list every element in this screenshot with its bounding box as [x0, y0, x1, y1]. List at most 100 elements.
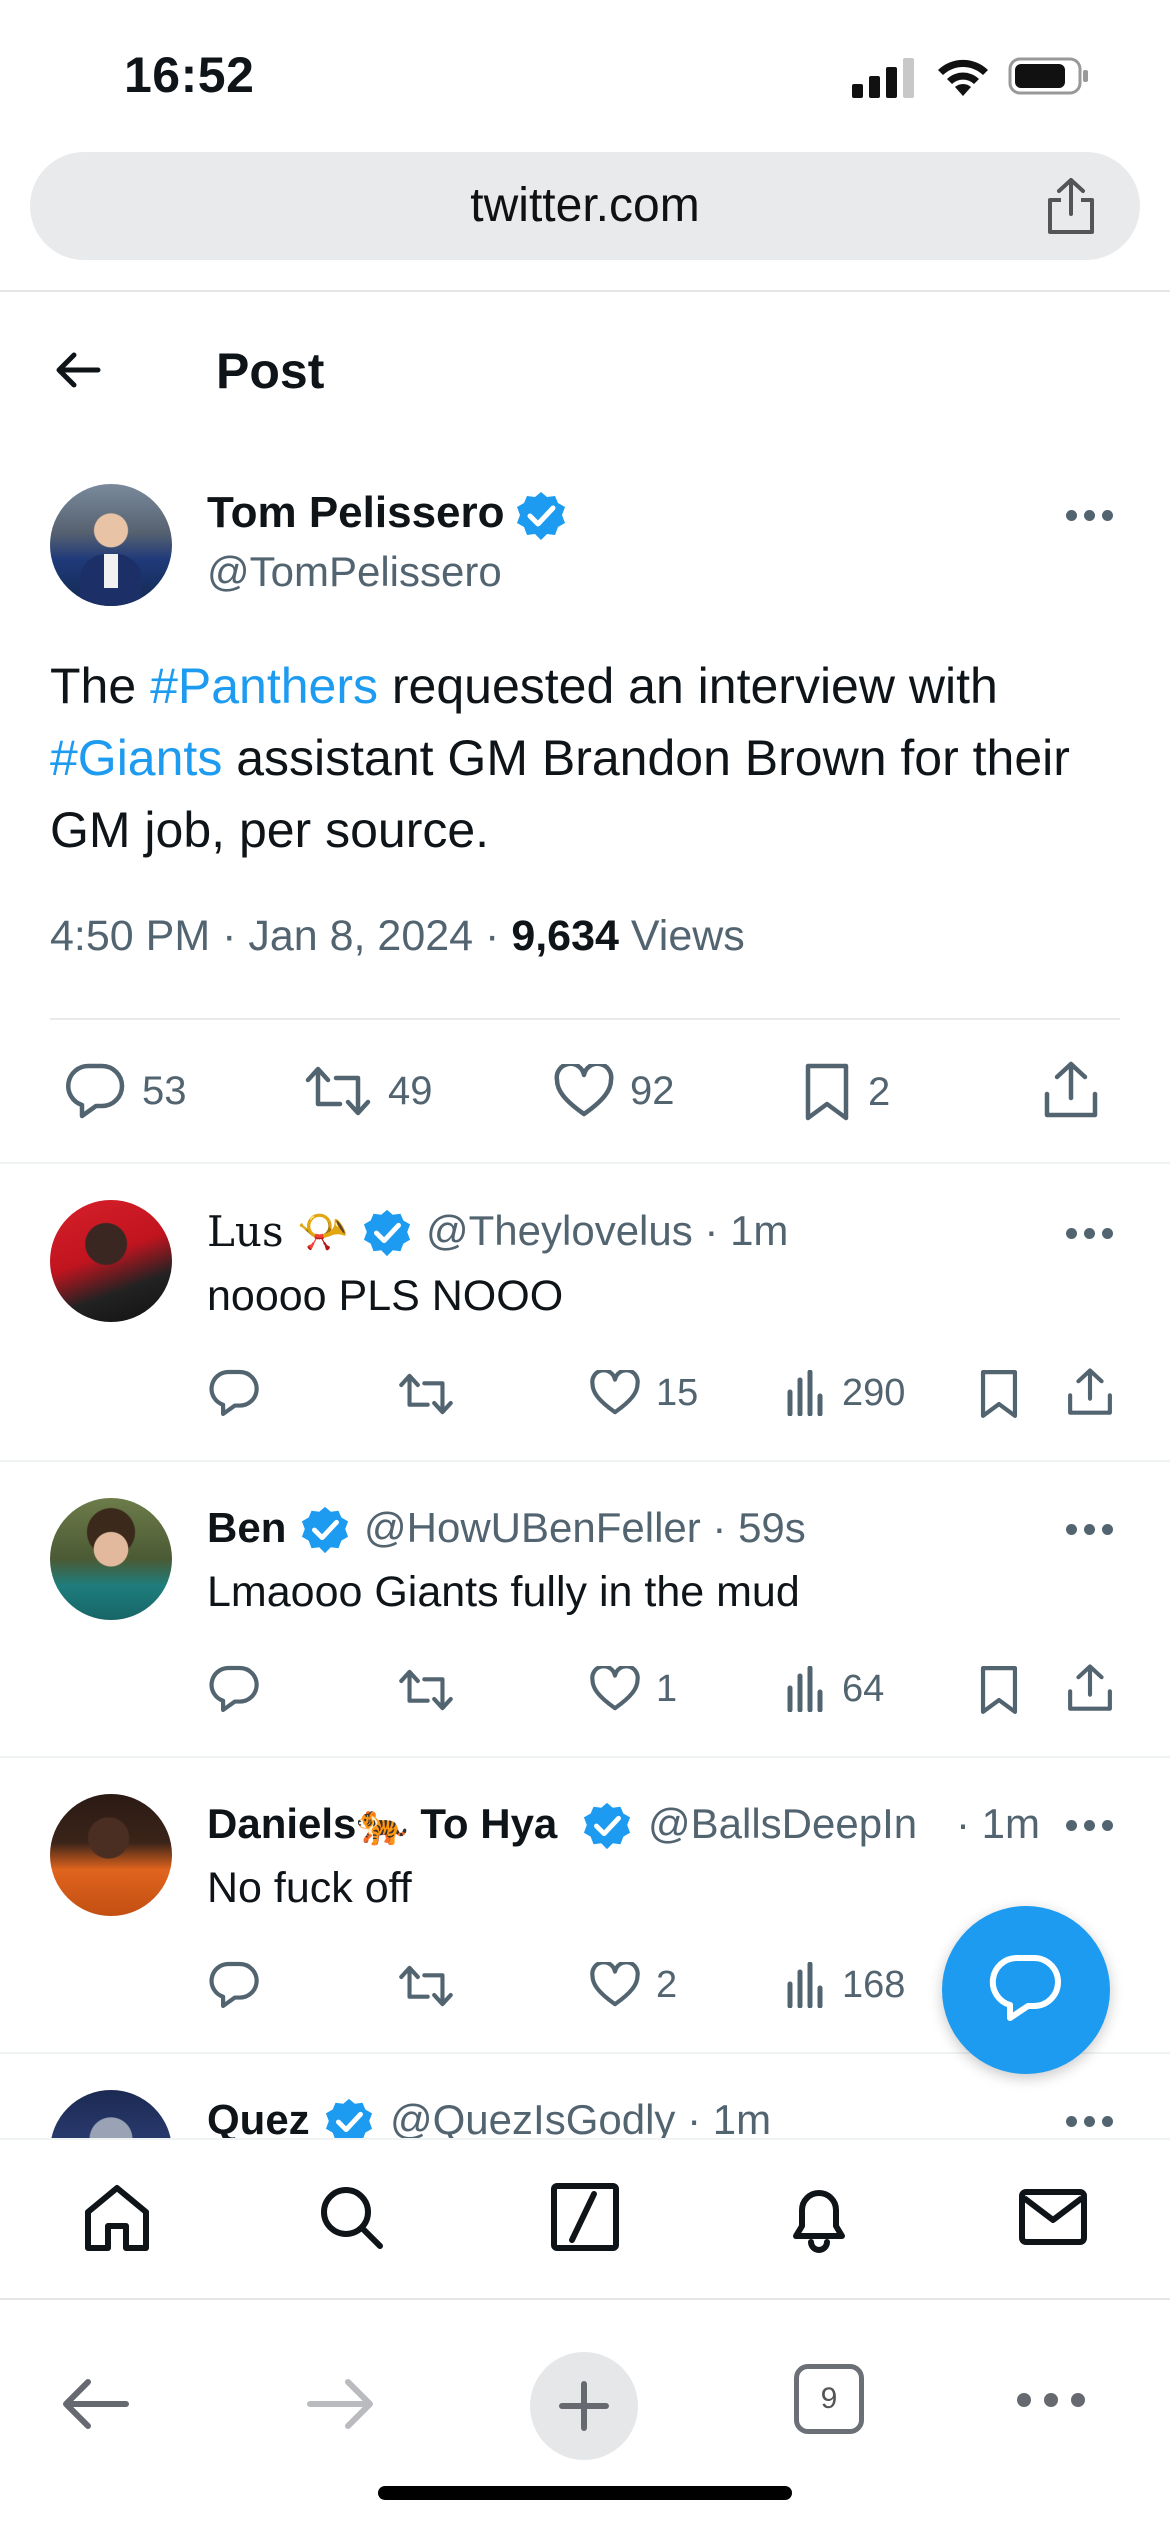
author-handle[interactable]: @TomPelissero	[207, 548, 502, 596]
reply-author-name-text: Lus	[207, 1207, 284, 1256]
compose-reply-button[interactable]	[942, 1906, 1110, 2074]
views-button[interactable]: 64	[786, 1666, 884, 1712]
hashtag-link[interactable]: #Giants	[50, 730, 222, 786]
wifi-icon	[938, 59, 988, 96]
address-bar[interactable]: twitter.com	[30, 152, 1140, 260]
more-options-icon[interactable]	[1066, 510, 1114, 524]
author-name[interactable]: Tom Pelissero	[207, 488, 505, 538]
reply-author-handle[interactable]: @HowUBenFeller · 59s	[364, 1504, 806, 1552]
views-count: 168	[842, 1963, 906, 2006]
mail-icon[interactable]	[1016, 2180, 1090, 2254]
like-count: 1	[656, 1667, 678, 1710]
page-title: Post	[216, 343, 325, 399]
bookmark-icon	[980, 1666, 1018, 1714]
reply-text: Lmaooo Giants fully in the mud	[207, 1568, 800, 1616]
reply-icon	[209, 1369, 259, 1417]
bookmark-count: 2	[868, 1069, 891, 1114]
repost-button[interactable]	[398, 1370, 454, 1418]
bookmark-button[interactable]: 2	[802, 1062, 890, 1122]
avatar[interactable]	[50, 484, 172, 606]
bookmark-icon	[980, 1370, 1018, 1418]
avatar[interactable]	[50, 1794, 172, 1916]
like-count: 2	[656, 1963, 678, 2006]
more-options-icon[interactable]	[1066, 1820, 1114, 1834]
bookmark-icon	[805, 1063, 849, 1121]
more-options-icon[interactable]	[1066, 2116, 1114, 2130]
reply-author-name[interactable]: Daniels🐅 To Hya	[207, 1800, 632, 1849]
like-count: 15	[656, 1371, 699, 1414]
plus-icon	[559, 2381, 609, 2431]
status-time: 16:52	[124, 47, 255, 103]
repost-icon	[399, 1373, 453, 1415]
verified-badge-icon	[517, 492, 565, 540]
home-icon[interactable]	[80, 2180, 154, 2254]
compose-icon[interactable]	[548, 2180, 622, 2254]
verified-badge-icon	[363, 1209, 411, 1257]
reply-author-handle[interactable]: @QuezIsGodly · 1m	[390, 2096, 771, 2138]
bookmark-button[interactable]	[978, 1368, 1020, 1420]
analytics-icon	[787, 1962, 823, 2008]
avatar[interactable]	[50, 1200, 172, 1322]
divider	[0, 1756, 1170, 1758]
more-options-icon[interactable]	[1066, 1524, 1114, 1538]
reply-author-name[interactable]: Quez	[207, 2096, 310, 2138]
share-button[interactable]	[1042, 1060, 1100, 1120]
reply-count: 53	[142, 1068, 187, 1113]
like-button[interactable]: 92	[554, 1064, 675, 1118]
avatar[interactable]	[50, 1498, 172, 1620]
tweet-text: The #Panthers requested an interview wit…	[50, 650, 1110, 866]
share-button[interactable]	[1066, 1662, 1114, 1714]
reply-text: No fuck off	[207, 1864, 412, 1912]
share-button[interactable]	[1066, 1366, 1114, 1418]
reply-icon	[209, 1665, 259, 1713]
reply-button[interactable]	[208, 1960, 260, 2010]
like-button[interactable]: 2	[590, 1962, 677, 2008]
share-icon	[1068, 1664, 1112, 1711]
views-button[interactable]: 168	[786, 1962, 905, 2008]
home-indicator	[378, 2486, 792, 2500]
reply-button[interactable]	[208, 1368, 260, 1418]
views-button[interactable]: 290	[786, 1370, 905, 1416]
share-icon[interactable]	[1042, 176, 1100, 236]
avatar[interactable]	[50, 2090, 172, 2138]
tabs-icon[interactable]: 9	[794, 2364, 864, 2434]
post-header: Post	[0, 292, 1170, 442]
share-icon	[1044, 1061, 1098, 1118]
status-bar: 16:52	[0, 0, 1170, 150]
reply-author-name[interactable]: Lus 📯	[207, 1207, 349, 1257]
repost-button[interactable]: 49	[304, 1062, 433, 1120]
reply-author-name[interactable]: Ben	[207, 1504, 286, 1552]
reply-author-handle[interactable]: @BallsDeepIn	[648, 1800, 948, 1848]
verified-badge-icon	[325, 2098, 373, 2138]
forward-icon[interactable]	[304, 2374, 376, 2434]
more-icon[interactable]	[1016, 2390, 1086, 2410]
search-icon[interactable]	[314, 2180, 388, 2254]
repost-button[interactable]	[398, 1666, 454, 1714]
reply-author-handle[interactable]: @Theylovelus · 1m	[426, 1207, 788, 1255]
like-count: 92	[630, 1068, 675, 1113]
heart-icon	[590, 1666, 640, 1711]
reply-button[interactable]: 53	[64, 1062, 187, 1120]
more-options-icon[interactable]	[1066, 1228, 1114, 1242]
bell-icon[interactable]	[782, 2180, 856, 2254]
analytics-icon	[787, 1370, 823, 1416]
repost-icon	[399, 1965, 453, 2007]
horn-emoji: 📯	[296, 1207, 350, 1256]
back-icon[interactable]	[60, 2374, 132, 2434]
divider	[0, 1162, 1170, 1164]
new-tab-button[interactable]	[530, 2352, 638, 2460]
bookmark-button[interactable]	[978, 1664, 1020, 1716]
reply-button[interactable]	[208, 1664, 260, 1714]
tweet-timestamp[interactable]: 4:50 PM · Jan 8, 2024 ·	[50, 912, 511, 960]
like-button[interactable]: 15	[590, 1370, 698, 1416]
repost-count: 49	[388, 1068, 433, 1113]
back-arrow-icon[interactable]	[50, 342, 106, 398]
reply-bubble-icon	[989, 1955, 1061, 2021]
like-button[interactable]: 1	[590, 1666, 677, 1712]
signal-icon	[852, 58, 914, 98]
avatar-shirt	[104, 554, 118, 588]
heart-icon	[590, 1962, 640, 2007]
repost-button[interactable]	[398, 1962, 454, 2010]
hashtag-link[interactable]: #Panthers	[150, 658, 378, 714]
repost-icon	[305, 1066, 371, 1116]
